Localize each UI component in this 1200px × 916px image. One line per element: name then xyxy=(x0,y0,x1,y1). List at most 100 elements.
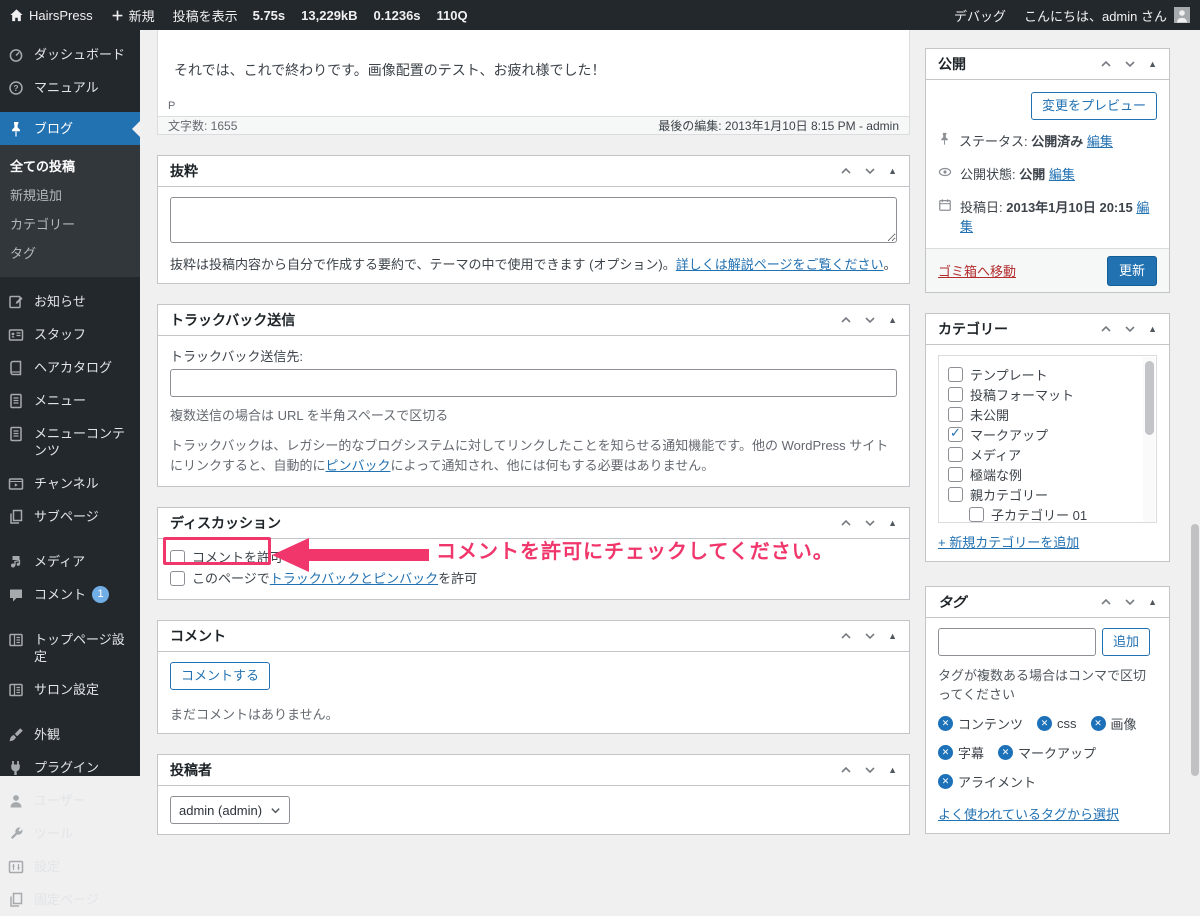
scrollbar-thumb[interactable] xyxy=(1145,361,1154,435)
move-down-icon[interactable] xyxy=(864,165,876,177)
choose-frequent-tags-link[interactable]: よく使われているタグから選択 xyxy=(938,807,1119,822)
toggle-panel-icon[interactable]: ▲ xyxy=(888,315,897,325)
submenu-tags[interactable]: タグ xyxy=(0,238,140,267)
move-up-icon[interactable] xyxy=(840,630,852,642)
remove-tag-icon[interactable] xyxy=(1091,716,1106,731)
submenu-add-new[interactable]: 新規追加 xyxy=(0,180,140,209)
trackback-url-input[interactable] xyxy=(170,369,897,397)
toggle-panel-icon[interactable]: ▲ xyxy=(888,631,897,641)
remove-tag-icon[interactable] xyxy=(938,745,953,760)
sidebar-item-dashboard[interactable]: ダッシュボード xyxy=(0,38,140,71)
sidebar-item-menu-content[interactable]: メニューコンテンツ xyxy=(0,417,140,467)
pingback-link[interactable]: ピンバック xyxy=(325,458,390,473)
new-menu[interactable]: 新規 xyxy=(102,0,164,30)
add-category-link[interactable]: + 新規カテゴリーを追加 xyxy=(938,535,1079,550)
sidebar-item-staff[interactable]: スタッフ xyxy=(0,318,140,351)
category-checkbox[interactable] xyxy=(948,467,963,482)
sidebar-item-appearance[interactable]: 外観 xyxy=(0,718,140,751)
category-checkbox[interactable] xyxy=(948,487,963,502)
move-down-icon[interactable] xyxy=(864,630,876,642)
toggle-panel-icon[interactable]: ▲ xyxy=(1148,59,1157,69)
trackback-pingback-link[interactable]: トラックバックとピンバック xyxy=(270,568,438,589)
move-down-icon[interactable] xyxy=(1124,596,1136,608)
move-down-icon[interactable] xyxy=(1124,323,1136,335)
move-down-icon[interactable] xyxy=(864,517,876,529)
toggle-panel-icon[interactable]: ▲ xyxy=(1148,324,1157,334)
move-down-icon[interactable] xyxy=(1124,58,1136,70)
sidebar-item-settings[interactable]: 設定 xyxy=(0,850,140,883)
edit-visibility-link[interactable]: 編集 xyxy=(1049,167,1075,182)
move-up-icon[interactable] xyxy=(1100,596,1112,608)
sidebar-item-pages[interactable]: 固定ページ xyxy=(0,883,140,916)
avatar[interactable] xyxy=(1174,7,1190,23)
categories-list[interactable]: テンプレート 投稿フォーマット 未公開 マークアップ メディア 極端な例 親カテ… xyxy=(938,355,1157,523)
new-tag-input[interactable] xyxy=(938,628,1096,656)
plus-icon xyxy=(111,9,124,22)
category-checkbox-checked[interactable] xyxy=(948,427,963,442)
excerpt-help-link[interactable]: 詳しくは解説ページをご覧ください xyxy=(676,257,884,272)
sidebar-item-toppage-settings[interactable]: トップページ設定 xyxy=(0,623,140,673)
allow-trackback-checkbox[interactable] xyxy=(170,571,185,586)
stat-memory: 13,229kB xyxy=(301,8,357,23)
remove-tag-icon[interactable] xyxy=(938,774,953,789)
edit-status-link[interactable]: 編集 xyxy=(1087,134,1113,149)
move-up-icon[interactable] xyxy=(840,517,852,529)
desc-text: によって通知され、他には何もする必要はありません。 xyxy=(391,458,715,473)
remove-tag-icon[interactable] xyxy=(938,716,953,731)
sidebar-item-users[interactable]: ユーザー xyxy=(0,784,140,817)
category-checkbox[interactable] xyxy=(969,507,984,522)
author-select[interactable]: admin (admin) xyxy=(170,796,290,824)
category-checkbox[interactable] xyxy=(948,407,963,422)
sidebar-item-blog[interactable]: ブログ xyxy=(0,112,140,145)
toggle-panel-icon[interactable]: ▲ xyxy=(888,518,897,528)
move-up-icon[interactable] xyxy=(840,764,852,776)
add-comment-button[interactable]: コメントする xyxy=(170,662,270,690)
update-button[interactable]: 更新 xyxy=(1107,256,1157,286)
toggle-panel-icon[interactable]: ▲ xyxy=(1148,597,1157,607)
account-menu[interactable]: こんにちは、admin さん xyxy=(1015,0,1167,30)
excerpt-textarea[interactable] xyxy=(170,197,897,243)
category-checkbox[interactable] xyxy=(948,367,963,382)
editor-content[interactable]: それでは、これで終わりです。画像配置のテスト、お疲れ様でした！ xyxy=(158,30,909,99)
media-icon xyxy=(8,553,26,570)
move-down-icon[interactable] xyxy=(864,314,876,326)
sidebar-item-hair-catalog[interactable]: ヘアカタログ xyxy=(0,351,140,384)
move-to-trash-link[interactable]: ゴミ箱へ移動 xyxy=(938,261,1016,280)
move-up-icon[interactable] xyxy=(840,314,852,326)
author-panel: 投稿者 ▲ admin (admin) xyxy=(157,754,910,835)
sidebar-item-tools[interactable]: ツール xyxy=(0,817,140,850)
home-icon xyxy=(9,8,24,23)
toggle-panel-icon[interactable]: ▲ xyxy=(888,166,897,176)
sidebar-item-label: マニュアル xyxy=(34,79,99,96)
sidebar-item-channel[interactable]: チャンネル xyxy=(0,467,140,500)
panel-title: トラックバック送信 xyxy=(170,310,295,330)
sidebar-item-comments[interactable]: コメント 1 xyxy=(0,578,140,611)
category-checkbox[interactable] xyxy=(948,447,963,462)
move-up-icon[interactable] xyxy=(1100,58,1112,70)
preview-changes-button[interactable]: 変更をプレビュー xyxy=(1031,92,1157,120)
sidebar-item-salon-settings[interactable]: サロン設定 xyxy=(0,673,140,706)
sidebar-item-menu[interactable]: メニュー xyxy=(0,384,140,417)
category-checkbox[interactable] xyxy=(948,387,963,402)
submenu-all-posts[interactable]: 全ての投稿 xyxy=(0,151,140,180)
submenu-categories[interactable]: カテゴリー xyxy=(0,209,140,238)
trackback-description: トラックバックは、レガシー的なブログシステムに対してリンクしたことを知らせる通知… xyxy=(170,436,897,476)
sidebar-item-subpages[interactable]: サブページ xyxy=(0,500,140,533)
editor-element-path[interactable]: P xyxy=(158,99,909,116)
remove-tag-icon[interactable] xyxy=(998,745,1013,760)
allow-comments-checkbox[interactable] xyxy=(170,550,185,565)
add-tag-button[interactable]: 追加 xyxy=(1102,628,1150,656)
sidebar-item-plugins[interactable]: プラグイン xyxy=(0,751,140,784)
move-up-icon[interactable] xyxy=(1100,323,1112,335)
site-menu[interactable]: HairsPress xyxy=(0,0,102,30)
move-up-icon[interactable] xyxy=(840,165,852,177)
sidebar-item-manual[interactable]: ? マニュアル xyxy=(0,71,140,104)
view-post-link[interactable]: 投稿を表示 xyxy=(164,0,247,30)
sidebar-item-news[interactable]: お知らせ xyxy=(0,285,140,318)
sidebar-item-media[interactable]: メディア xyxy=(0,545,140,578)
toggle-panel-icon[interactable]: ▲ xyxy=(888,765,897,775)
debug-menu[interactable]: デバッグ xyxy=(945,0,1015,30)
remove-tag-icon[interactable] xyxy=(1037,716,1052,731)
page-scrollbar[interactable] xyxy=(1191,524,1199,776)
move-down-icon[interactable] xyxy=(864,764,876,776)
